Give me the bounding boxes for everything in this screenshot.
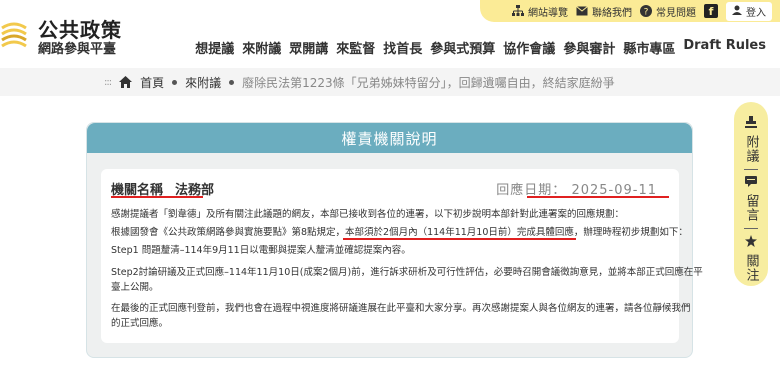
contact-label: 聯絡我們 bbox=[592, 7, 632, 19]
nav-county[interactable]: 縣市專區 bbox=[623, 38, 675, 57]
response-paragraph-1: 感謝提議者「劉韋德」及所有關注此議題的網友，本部已接收到各位的連署，以下初步說明… bbox=[111, 209, 625, 220]
side-divider bbox=[744, 228, 758, 229]
faq-link[interactable]: ? 常見問題 bbox=[640, 4, 696, 19]
breadcrumb-section[interactable]: 來附議 bbox=[185, 74, 221, 91]
site-logo[interactable]: 公共政策 網路參與平臺 bbox=[0, 12, 121, 58]
login-label: 登入 bbox=[746, 7, 766, 19]
contact-link[interactable]: 聯絡我們 bbox=[576, 4, 632, 19]
site-header: 公共政策 網路參與平臺 網站導覽 聯絡我們 ? 常見問題 f 登入 想提議 來附… bbox=[0, 0, 780, 68]
follow-button[interactable]: 關注 bbox=[744, 235, 759, 282]
nav-draft-rules[interactable]: Draft Rules bbox=[683, 38, 766, 57]
stamp-icon bbox=[745, 116, 757, 132]
main-nav: 想提議 來附議 眾開講 來監督 找首長 參與式預算 協作會議 參與審計 縣市專區… bbox=[195, 38, 766, 57]
breadcrumb: ::: 首頁 來附議 廢除民法第1223條「兄弟姊妹特留分」，回歸遺囑自由，終結… bbox=[0, 68, 780, 96]
sitemap-icon bbox=[512, 5, 524, 17]
step1-paragraph: Step1 問題釐清–114年9月11日以電郵與提案人釐清並確認提案內容。 bbox=[111, 245, 411, 256]
sitemap-label: 網站導覽 bbox=[528, 7, 568, 19]
user-icon bbox=[732, 5, 742, 18]
nav-supervise[interactable]: 來監督 bbox=[336, 38, 375, 57]
comment-icon bbox=[745, 176, 757, 191]
nav-audit[interactable]: 參與審計 bbox=[563, 38, 615, 57]
agency-row: 機關名稱 法務部 回應日期： 2025-09-11 bbox=[111, 179, 669, 199]
second-button[interactable]: 附議 bbox=[744, 116, 759, 163]
side-action-panel: 附議 留言 關注 bbox=[734, 102, 768, 286]
nav-discuss[interactable]: 眾開講 bbox=[289, 38, 328, 57]
paragraph-2-start: 根據國發會《公共政策網路參與實施要點》第8點規定， bbox=[111, 227, 346, 238]
breadcrumb-separator bbox=[229, 79, 235, 85]
mail-icon bbox=[576, 5, 588, 17]
closing-paragraph-line2: 的正式回應。 bbox=[111, 318, 169, 329]
breadcrumb-home[interactable]: 首頁 bbox=[140, 74, 164, 91]
utility-bar: 網站導覽 聯絡我們 ? 常見問題 f 登入 bbox=[480, 0, 780, 22]
nav-propose[interactable]: 想提議 bbox=[195, 38, 234, 57]
star-icon bbox=[745, 235, 757, 251]
sitemap-link[interactable]: 網站導覽 bbox=[512, 4, 568, 19]
agency-underline bbox=[111, 196, 203, 198]
breadcrumb-separator bbox=[172, 79, 178, 85]
breadcrumb-current: 廢除民法第1223條「兄弟姊妹特留分」，回歸遺囑自由，終結家庭紛爭 bbox=[242, 75, 615, 90]
faq-label: 常見問題 bbox=[656, 7, 696, 19]
comment-label: 留言 bbox=[743, 194, 759, 222]
accesskey-dots[interactable]: ::: bbox=[104, 77, 112, 88]
follow-label: 關注 bbox=[743, 254, 759, 282]
paragraph-2-end: ，辦理時程初步規劃如下： bbox=[573, 227, 688, 238]
facebook-icon[interactable]: f bbox=[704, 4, 718, 18]
logo-subtitle: 網路參與平臺 bbox=[38, 42, 117, 57]
step2-paragraph-line1: Step2討論研議及正式回應–114年11月10日(成案2個月)前，進行訴求研析… bbox=[111, 267, 703, 278]
logo-mark-icon bbox=[1, 22, 27, 48]
login-button[interactable]: 登入 bbox=[726, 1, 772, 21]
home-icon[interactable] bbox=[119, 76, 133, 88]
question-icon: ? bbox=[640, 5, 652, 17]
closing-paragraph-line1: 在最後的正式回應刊登前，我們也會在過程中視進度將研議進展在此平臺和大家分享。再次… bbox=[111, 303, 691, 314]
comment-button[interactable]: 留言 bbox=[744, 176, 759, 222]
date-underline bbox=[527, 196, 669, 198]
step2-paragraph-line2: 臺上公開。 bbox=[111, 282, 159, 293]
card-title: 權責機關說明 bbox=[87, 123, 692, 153]
nav-find-leader[interactable]: 找首長 bbox=[383, 38, 422, 57]
response-paragraph-2: 根據國發會《公共政策網路參與實施要點》第8點規定，本部須於2個月內（114年11… bbox=[111, 225, 688, 240]
agency-response-card: 權責機關說明 機關名稱 法務部 回應日期： 2025-09-11 感謝提議者「劉… bbox=[86, 122, 703, 358]
nav-second[interactable]: 來附議 bbox=[242, 38, 281, 57]
side-divider bbox=[744, 169, 758, 170]
svg-text:?: ? bbox=[644, 8, 649, 18]
nav-collab-meeting[interactable]: 協作會議 bbox=[503, 38, 555, 57]
deadline-highlight: 本部須於2個月內（114年11月10日前）完成具體回應 bbox=[345, 227, 574, 238]
response-body: 機關名稱 法務部 回應日期： 2025-09-11 感謝提議者「劉韋德」及所有關… bbox=[101, 169, 703, 343]
second-label: 附議 bbox=[743, 135, 759, 163]
nav-participatory-budget[interactable]: 參與式預算 bbox=[430, 38, 495, 57]
